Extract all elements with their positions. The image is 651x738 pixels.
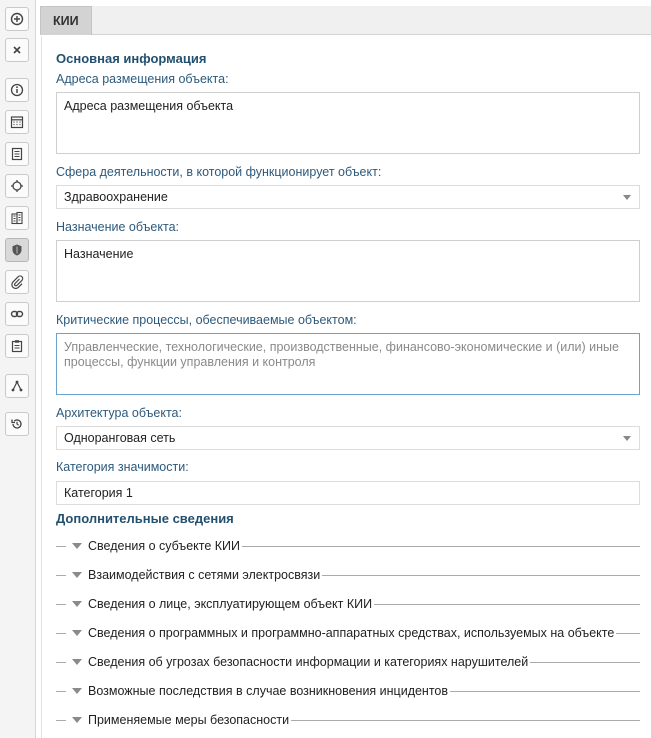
section-label: Сведения об угрозах безопасности информа… <box>88 655 529 669</box>
add-circle-icon <box>10 12 24 26</box>
processes-field[interactable]: Управленческие, технологические, произво… <box>56 333 640 395</box>
purpose-label: Назначение объекта: <box>56 220 180 234</box>
clipboard-icon <box>11 340 23 353</box>
hierarchy-icon <box>11 380 23 392</box>
sphere-label: Сфера деятельности, в которой функционир… <box>56 165 382 179</box>
attachment-button[interactable] <box>5 270 29 294</box>
collapsible-section[interactable]: Сведения о субъекте КИИ <box>56 538 640 554</box>
info-button[interactable] <box>5 78 29 102</box>
building-icon <box>11 211 23 225</box>
expand-triangle-icon <box>72 630 82 636</box>
clipboard-button[interactable] <box>5 334 29 358</box>
chevron-down-icon <box>623 436 631 441</box>
shield-button[interactable] <box>5 238 29 262</box>
category-label: Категория значимости: <box>56 460 189 474</box>
document-icon <box>11 147 23 161</box>
building-button[interactable] <box>5 206 29 230</box>
sphere-select[interactable]: Здравоохранение <box>56 185 640 209</box>
info-icon <box>10 83 24 97</box>
architecture-label: Архитектура объекта: <box>56 406 182 420</box>
section-label: Применяемые меры безопасности <box>88 713 290 727</box>
expand-triangle-icon <box>72 543 82 549</box>
section-label: Сведения о субъекте КИИ <box>88 539 241 553</box>
architecture-select[interactable]: Одноранговая сеть <box>56 426 640 450</box>
link-button[interactable] <box>5 302 29 326</box>
section-label: Сведения о лице, эксплуатирующем объект … <box>88 597 373 611</box>
address-field[interactable]: Адреса размещения объекта <box>56 92 640 154</box>
document-button[interactable] <box>5 142 29 166</box>
category-field[interactable]: Категория 1 <box>56 481 640 505</box>
calendar-button[interactable] <box>5 110 29 134</box>
collapsible-section[interactable]: Сведения об угрозах безопасности информа… <box>56 654 640 670</box>
expand-triangle-icon <box>72 659 82 665</box>
add-button[interactable] <box>5 7 29 31</box>
collapsible-section[interactable]: Применяемые меры безопасности <box>56 712 640 728</box>
shield-icon <box>12 244 22 256</box>
collapsible-section[interactable]: Взаимодействия с сетями электросвязи <box>56 567 640 583</box>
tab-bar: КИИ <box>40 6 651 35</box>
section-label: Возможные последствия в случае возникнов… <box>88 684 449 698</box>
link-icon <box>10 310 24 318</box>
section-label: Сведения о программных и программно-аппа… <box>88 626 615 640</box>
calendar-icon <box>10 116 24 129</box>
expand-triangle-icon <box>72 601 82 607</box>
expand-triangle-icon <box>72 717 82 723</box>
address-label: Адреса размещения объекта: <box>56 72 229 86</box>
processes-placeholder: Управленческие, технологические, произво… <box>64 340 619 369</box>
architecture-value: Одноранговая сеть <box>64 431 176 445</box>
sphere-value: Здравоохранение <box>64 190 168 204</box>
hierarchy-button[interactable] <box>5 374 29 398</box>
history-button[interactable] <box>5 412 29 436</box>
expand-triangle-icon <box>72 688 82 694</box>
main-info-title: Основная информация <box>56 51 207 66</box>
paperclip-icon <box>11 275 24 289</box>
close-icon <box>13 46 21 54</box>
section-label: Взаимодействия с сетями электросвязи <box>88 568 321 582</box>
processes-label: Критические процессы, обеспечиваемые объ… <box>56 313 357 327</box>
chevron-down-icon <box>623 195 631 200</box>
form-panel: Основная информация Адреса размещения об… <box>41 36 651 738</box>
purpose-field[interactable]: Назначение <box>56 240 640 302</box>
target-button[interactable] <box>5 174 29 198</box>
left-toolbar <box>0 0 36 738</box>
history-icon <box>11 419 22 429</box>
collapsible-section[interactable]: Сведения о программных и программно-аппа… <box>56 625 640 641</box>
collapsible-section[interactable]: Возможные последствия в случае возникнов… <box>56 683 640 699</box>
tab-kii[interactable]: КИИ <box>40 6 92 35</box>
collapsible-section[interactable]: Сведения о лице, эксплуатирующем объект … <box>56 596 640 612</box>
category-value: Категория 1 <box>64 486 133 500</box>
close-button[interactable] <box>5 38 29 62</box>
expand-triangle-icon <box>72 572 82 578</box>
target-icon <box>11 180 23 192</box>
additional-info-title: Дополнительные сведения <box>56 511 234 526</box>
